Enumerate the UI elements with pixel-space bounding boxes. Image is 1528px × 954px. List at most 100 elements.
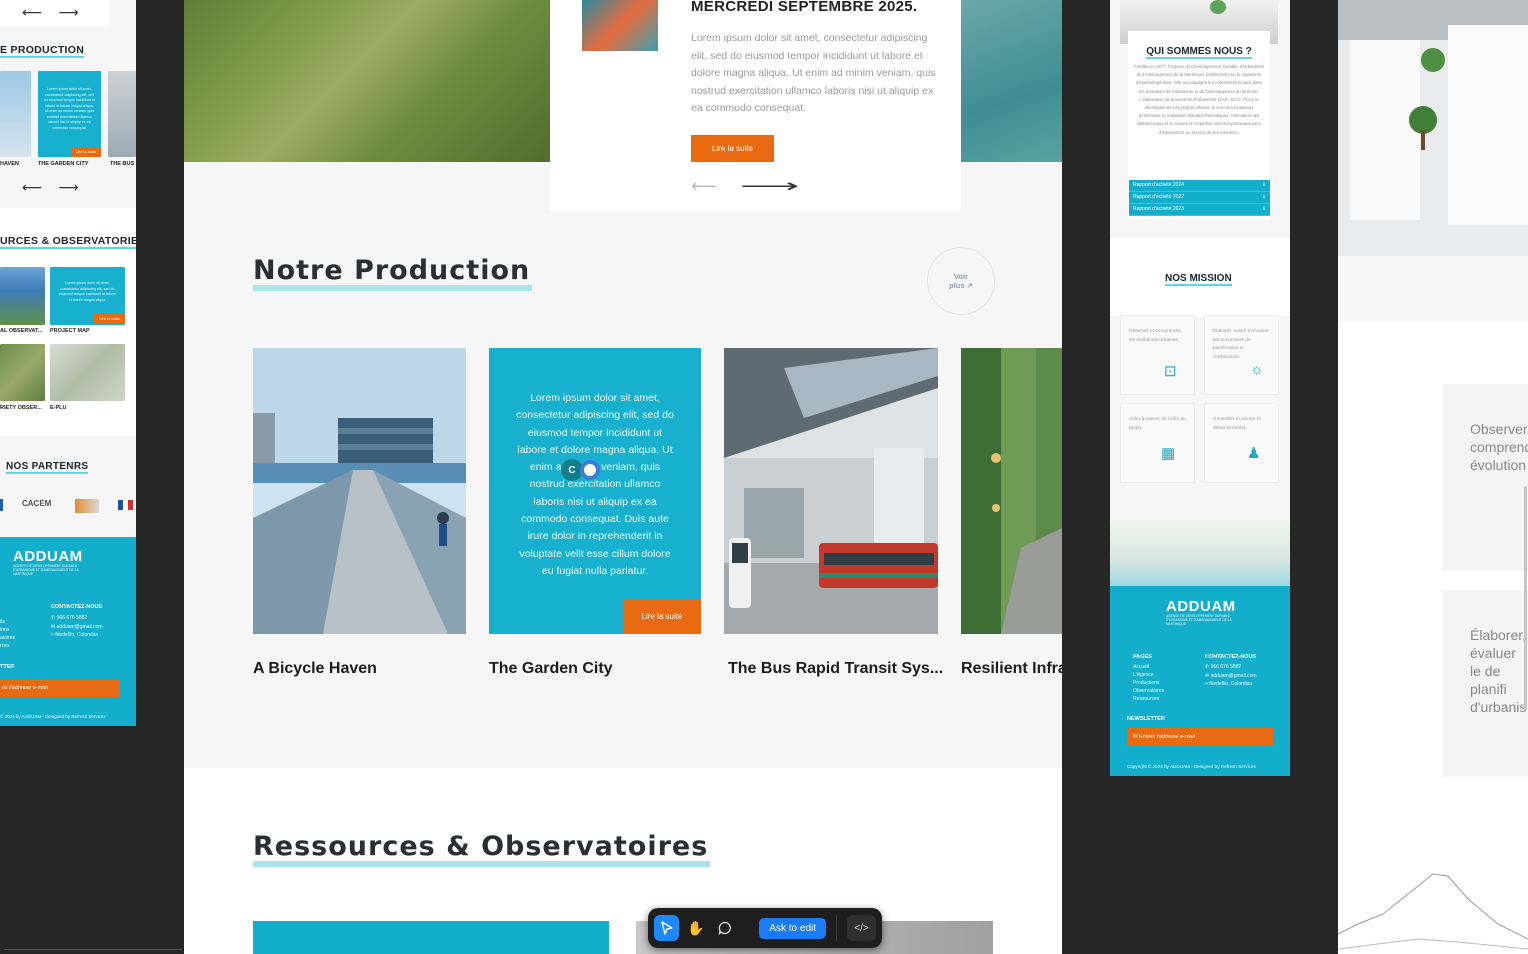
voir-plus-button[interactable]: Voir plus ↗ <box>927 247 995 315</box>
caption-2: THE GARDEN CITY <box>38 161 89 167</box>
read-more-button[interactable]: Lire la suite <box>71 147 101 157</box>
mountain-sketch <box>1338 873 1528 950</box>
footer-pages-line-1[interactable]: ils <box>0 618 5 626</box>
map-illustration <box>1110 520 1290 586</box>
thumb-observatory[interactable] <box>0 267 45 325</box>
reports-list: Rapport d'activité 2024 ⇓ Rapport d'activ… <box>1129 180 1270 216</box>
collaborator-cursor-icon <box>580 460 600 480</box>
newsletter-input[interactable]: ✉ Entrez l'adresse e-mail <box>1127 728 1273 746</box>
production-card-garden[interactable]: Lorem ipsum dolor sit amet, consectetur … <box>489 348 701 634</box>
thumb-society[interactable] <box>0 344 45 401</box>
footer-contact-title: CONTACTEZ-NOUS <box>51 604 103 610</box>
caption-garden: The Garden City <box>489 660 613 677</box>
footer-page-link-3[interactable]: Productions <box>1133 679 1159 687</box>
mission-text-1: Observer et comprendre les évolutions ur… <box>1129 329 1181 343</box>
footer-address: ⌖ Medellín, Colombia <box>1205 681 1253 687</box>
footer-copyright: Copyright © 2024 by ADDUAM - Designed by… <box>1127 764 1256 769</box>
news-body: Lorem ipsum dolor sit amet, consectetur … <box>691 32 936 114</box>
news-next-arrow-icon[interactable]: ⟶ <box>740 176 799 197</box>
caption-res-4: E-PLU <box>50 405 67 411</box>
carousel-arrows[interactable]: ⟵ ⟶ <box>22 5 85 21</box>
bus-station-image <box>724 348 938 634</box>
voir-plus-label-2: plus ↗ <box>949 281 973 290</box>
thumb-bus[interactable] <box>108 71 136 157</box>
thumb-project-map[interactable]: Lorem ipsum dolor sit amet, consectetur … <box>50 267 125 325</box>
footer-pages-line-2[interactable]: ions <box>0 626 9 634</box>
garden-card-text: Lorem ipsum dolor sit amet, consectetur … <box>516 392 674 577</box>
footer-page-link-5[interactable]: Ressources <box>1133 695 1159 703</box>
mission-card-2[interactable]: Élaborer, suivre et évaluer les document… <box>1204 315 1279 395</box>
mission-text-2: Élaborer, suivre et évaluer les document… <box>1213 329 1269 360</box>
footer-page-link-2[interactable]: L'Agence <box>1133 671 1154 679</box>
caption-res-3: RIETY OBSER... <box>0 405 42 411</box>
thumb-bicycle[interactable] <box>0 71 31 157</box>
newsletter-input[interactable]: ez l'adresse e-mail <box>0 679 120 697</box>
production-arrows[interactable]: ⟵ ⟶ <box>22 180 85 196</box>
scroll-indicator <box>4 949 182 954</box>
production-card-bus[interactable] <box>724 348 938 634</box>
comment-icon[interactable] <box>712 915 737 941</box>
partner-logo-flag <box>118 500 133 510</box>
team-icon: ♟ <box>1247 445 1261 462</box>
section-title-resources: URCES & OBSERVATORIES <box>0 235 136 249</box>
footer-page-link-4[interactable]: Observatoires <box>1133 687 1164 695</box>
report-row-3[interactable]: Rapport d'activité 2023 ⇓ <box>1129 204 1270 216</box>
desktop-frame-right[interactable]: Observer comprend évolution Élaborer, év… <box>1338 0 1528 954</box>
footer-pages-line-4[interactable]: rces <box>0 642 9 650</box>
mission-card-1[interactable]: Observer et comprendre les évolutions ur… <box>1120 315 1195 395</box>
report-1: Rapport d'activité 2024 <box>1133 182 1184 188</box>
footer-pages-line-3[interactable]: atoires <box>0 634 15 642</box>
news-read-more-button[interactable]: Lire la suite <box>691 135 774 162</box>
read-more-button[interactable]: Lire la suite <box>94 314 125 324</box>
resource-card-1[interactable] <box>253 921 609 954</box>
mission-card-4[interactable]: Conseiller et animer le débat territoria… <box>1204 403 1279 483</box>
resources-section: URCES & OBSERVATORIES Lorem ipsum dolor … <box>0 208 136 436</box>
mobile-frame-left[interactable]: ⟵ ⟶ E PRODUCTION Lorem ipsum dolor sit a… <box>0 0 136 726</box>
report-row-1[interactable]: Rapport d'activité 2024 ⇓ <box>1129 180 1270 192</box>
idea-icon: ☼ <box>1250 361 1264 378</box>
ask-to-edit-button[interactable]: Ask to edit <box>759 917 827 939</box>
caption-res-1: AL OBSERVAT... <box>0 328 43 334</box>
production-card-resilient[interactable] <box>961 348 1062 634</box>
voir-plus-label-1: Voir <box>953 272 969 281</box>
about-card: QUI SOMMES NOUS ? Fondée en 1977, l'Agen… <box>1128 31 1270 219</box>
footer-address-text: Medellín, Colombia <box>1209 681 1253 687</box>
green-wall-image <box>961 348 1062 634</box>
code-icon[interactable]: </> <box>847 915 876 941</box>
caption-1: HAVEN <box>0 161 19 167</box>
garden-read-more-button[interactable]: Lire la suite <box>623 600 701 634</box>
far-right-card-2[interactable]: Élaborer, évaluer le de planifi d'urbani… <box>1442 590 1528 777</box>
news-prev-arrow-icon[interactable]: ⟵ <box>691 176 717 197</box>
tree-shape <box>1210 0 1226 14</box>
document-chart-icon: ▦ <box>1161 445 1176 462</box>
toolbar-divider <box>836 915 837 941</box>
footer-logo: ADDUAM <box>1166 598 1236 615</box>
thumb-eplu[interactable] <box>50 344 125 401</box>
news-title: MERCREDI SEPTEMBRE 2025. <box>691 0 918 15</box>
far-right-card-1[interactable]: Observer comprend évolution <box>1442 384 1528 571</box>
about-title: QUI SOMMES NOUS ? <box>1146 46 1252 59</box>
resources-title: Ressources & Observatoires <box>253 833 711 867</box>
section-title-partners: NOS PARTENRS <box>6 461 89 474</box>
footer-right: ADDUAM AGENCE DE DÉVELOPPEMENT DURABLE D… <box>1110 586 1290 776</box>
partner-logo-cacem: CACEM <box>22 499 52 508</box>
mission-card-3[interactable]: Aider à passer de l'idée au projet. ▦ <box>1120 403 1195 483</box>
download-icon: ⇓ <box>1261 182 1266 188</box>
news-thumbnail[interactable] <box>582 0 658 51</box>
mobile-frame-right[interactable]: QUI SOMMES NOUS ? Fondée en 1977, l'Agen… <box>1110 0 1290 776</box>
production-card-bicycle[interactable] <box>253 348 466 634</box>
far-right-card-2-text: Élaborer, évaluer le de planifi d'urbani… <box>1470 627 1527 715</box>
editor-toolbar: ✋ Ask to edit </> <box>648 908 882 948</box>
thumb-garden-city[interactable]: Lorem ipsum dolor sit amet, consectetur … <box>38 71 101 157</box>
report-row-2[interactable]: Rapport d'activité 2022 ⇓ <box>1129 192 1270 204</box>
partner-logo-1 <box>0 499 3 511</box>
footer-email[interactable]: ✉ adduam@gmail.com <box>1205 672 1257 680</box>
footer-page-link-1[interactable]: Accueil <box>1133 663 1149 671</box>
footer-pages-title: PAGES <box>1133 654 1152 660</box>
desktop-frame[interactable]: MERCREDI SEPTEMBRE 2025. Lorem ipsum dol… <box>184 0 1062 954</box>
select-pointer-icon[interactable] <box>654 915 680 941</box>
footer-address-text: Medellín, Colombia <box>55 632 99 638</box>
hand-pan-icon[interactable]: ✋ <box>683 915 708 941</box>
footer-email[interactable]: ✉ adduam@gmail.com <box>51 623 103 631</box>
scrollbar[interactable] <box>1524 486 1527 710</box>
